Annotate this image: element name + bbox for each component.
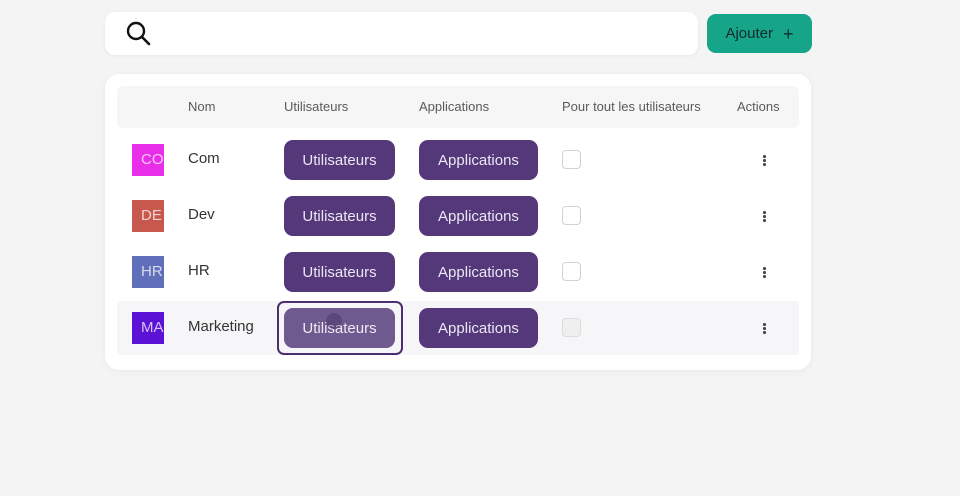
plus-icon: + [783, 23, 794, 44]
all-users-checkbox[interactable] [562, 150, 581, 169]
users-button[interactable]: Utilisateurs [284, 308, 395, 348]
group-name: Dev [188, 206, 215, 223]
table-row: MA Marketing Utilisateurs Applications [117, 301, 799, 355]
avatar: HR [132, 256, 164, 288]
users-button[interactable]: Utilisateurs [284, 252, 395, 292]
groups-table: Nom Utilisateurs Applications Pour tout … [105, 74, 811, 370]
more-actions-icon[interactable] [757, 260, 771, 284]
more-actions-icon[interactable] [757, 148, 771, 172]
applications-button[interactable]: Applications [419, 196, 538, 236]
search-input[interactable] [161, 18, 685, 50]
column-header-all-users: Pour tout les utilisateurs [562, 99, 701, 114]
avatar: MA [132, 312, 164, 344]
table-row: DE Dev Utilisateurs Applications [117, 189, 799, 243]
users-button[interactable]: Utilisateurs [284, 196, 395, 236]
table-row: HR HR Utilisateurs Applications [117, 245, 799, 299]
group-name: Com [188, 150, 220, 167]
avatar: DE [132, 200, 164, 232]
applications-button[interactable]: Applications [419, 308, 538, 348]
table-header: Nom Utilisateurs Applications Pour tout … [117, 86, 799, 128]
all-users-checkbox[interactable] [562, 318, 581, 337]
applications-button[interactable]: Applications [419, 140, 538, 180]
column-header-users: Utilisateurs [284, 99, 349, 114]
add-button-label: Ajouter [725, 25, 773, 42]
search-bar[interactable] [105, 12, 698, 55]
group-name: Marketing [188, 318, 254, 335]
column-header-applications: Applications [419, 99, 490, 114]
search-icon [126, 21, 151, 46]
add-button[interactable]: Ajouter + [707, 14, 812, 53]
users-button[interactable]: Utilisateurs [284, 140, 395, 180]
group-name: HR [188, 262, 210, 279]
applications-button[interactable]: Applications [419, 252, 538, 292]
table-row: CO Com Utilisateurs Applications [117, 133, 799, 187]
all-users-checkbox[interactable] [562, 206, 581, 225]
all-users-checkbox[interactable] [562, 262, 581, 281]
column-header-actions: Actions [737, 99, 780, 114]
column-header-name: Nom [188, 99, 216, 114]
more-actions-icon[interactable] [757, 204, 771, 228]
more-actions-icon[interactable] [757, 316, 771, 340]
avatar: CO [132, 144, 164, 176]
